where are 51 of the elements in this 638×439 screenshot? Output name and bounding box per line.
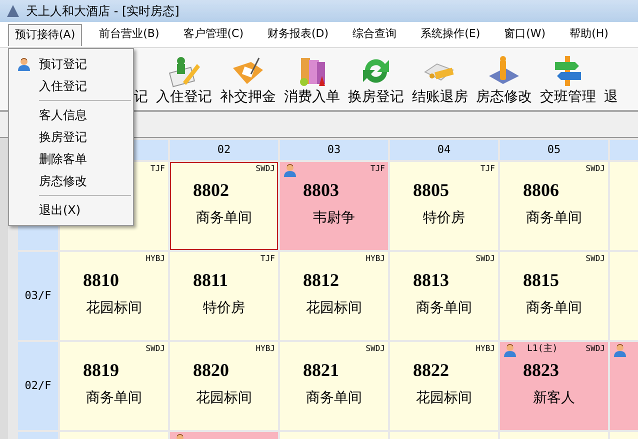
room-number: 8803 bbox=[302, 179, 339, 201]
room-name: 花园标间 bbox=[85, 299, 143, 317]
room-name: 商务单间 bbox=[525, 299, 583, 317]
window-title: 天上人和大酒店 - [实时房态] bbox=[26, 3, 180, 20]
room-type-code: SWDJ bbox=[476, 253, 495, 265]
room-type-code: SWDJ bbox=[366, 343, 385, 355]
room-name: 商务单间 bbox=[85, 389, 143, 407]
room-number: 8822 bbox=[412, 359, 449, 381]
room-name: 特价房 bbox=[202, 299, 246, 317]
room-number: 8811 bbox=[192, 269, 228, 291]
column-header: 03 bbox=[280, 140, 388, 160]
column-header: 02 bbox=[170, 140, 278, 160]
room-number: 8802 bbox=[192, 179, 229, 201]
room-number: 8820 bbox=[192, 359, 229, 381]
room-name: 商务单间 bbox=[195, 209, 253, 227]
room-number: 8823 bbox=[522, 359, 559, 381]
room-number: 8821 bbox=[302, 359, 339, 381]
room-name: 特价房 bbox=[422, 209, 466, 227]
room-type-code: TJF bbox=[480, 163, 495, 175]
room-number: 8812 bbox=[302, 269, 339, 291]
room-type-code: HYBJ bbox=[366, 253, 385, 265]
room-number: 8806 bbox=[522, 179, 559, 201]
room-type-code: SWDJ bbox=[586, 163, 605, 175]
room-type-code: SWDJ bbox=[586, 343, 605, 355]
room-number: 8819 bbox=[82, 359, 119, 381]
room-name: 花园标间 bbox=[415, 389, 473, 407]
floor-label: 02/F bbox=[18, 342, 58, 430]
room-type-code: SWDJ bbox=[586, 253, 605, 265]
room-type-code: TJF bbox=[370, 163, 385, 175]
room-name: 商务单间 bbox=[415, 299, 473, 317]
room-number: 8813 bbox=[412, 269, 449, 291]
room-name: 花园标间 bbox=[195, 389, 253, 407]
room-type-code: TJF bbox=[260, 253, 275, 265]
room-number: 8810 bbox=[82, 269, 119, 291]
tag-label: L1(主) bbox=[527, 343, 558, 355]
room-type-code: HYBJ bbox=[256, 343, 275, 355]
room-type-code: TJF bbox=[150, 163, 165, 175]
room-type-code: HYBJ bbox=[146, 253, 165, 265]
room-name: 商务单间 bbox=[525, 209, 583, 227]
room-name: 花园标间 bbox=[305, 299, 363, 317]
room-name: 商务单间 bbox=[305, 389, 363, 407]
room-name: 新客人 bbox=[532, 389, 576, 407]
room-type-code: SWDJ bbox=[146, 343, 165, 355]
room-number: 8805 bbox=[412, 179, 449, 201]
room-name: 韦尉争 bbox=[312, 209, 356, 227]
room-type-code: HYBJ bbox=[476, 343, 495, 355]
column-header: 04 bbox=[390, 140, 498, 160]
floor-label: 03/F bbox=[18, 252, 58, 340]
room-type-code: SWDJ bbox=[256, 163, 275, 175]
room-number: 8815 bbox=[522, 269, 559, 291]
column-header: 05 bbox=[500, 140, 608, 160]
